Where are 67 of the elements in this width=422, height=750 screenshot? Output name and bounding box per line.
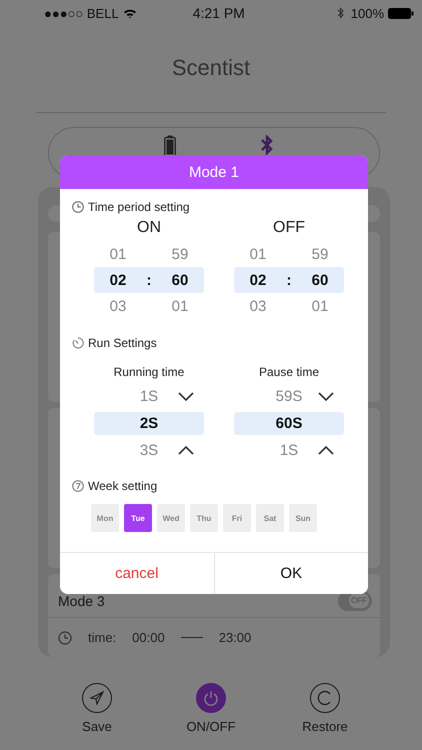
weekday-toggle[interactable]: Mon (91, 504, 119, 532)
chevron-down-icon[interactable] (178, 392, 194, 401)
bluetooth-icon[interactable] (260, 135, 274, 155)
hour-value[interactable]: 03 (234, 298, 282, 314)
picker-label: OFF (272, 219, 306, 237)
minute-value[interactable]: 60 (156, 272, 204, 288)
minute-value[interactable]: 59 (296, 246, 344, 262)
button-label: Save (82, 719, 112, 734)
weekday-toggle[interactable]: Wed (157, 504, 185, 532)
section-heading: Run Settings (88, 336, 157, 350)
clock-icon (72, 201, 84, 213)
mode-name: Mode 3 (58, 592, 105, 608)
minute-value[interactable]: 01 (156, 298, 204, 314)
wifi-icon (122, 8, 137, 18)
picker-label: ON (136, 219, 162, 237)
picker-label: Running time (112, 365, 186, 379)
clock-icon (58, 630, 72, 644)
duration-value[interactable]: 59S (276, 388, 302, 405)
calendar-icon (72, 480, 84, 492)
send-button[interactable] (82, 683, 112, 713)
hour-value[interactable]: 03 (94, 298, 142, 314)
duration-value[interactable]: 1S (140, 388, 158, 405)
weekday-toggle[interactable]: Fri (223, 504, 251, 532)
duration-value[interactable]: 3S (140, 442, 158, 459)
restore-button[interactable] (310, 683, 340, 713)
battery-icon (388, 8, 414, 18)
section-heading: Time period setting (88, 200, 190, 214)
cancel-button[interactable]: cancel (60, 553, 214, 594)
button-label: ON/OFF (186, 719, 236, 734)
hour-value[interactable]: 01 (234, 246, 282, 262)
paper-plane-icon (89, 690, 105, 706)
time-label: time: (88, 630, 116, 645)
chevron-up-icon[interactable] (318, 446, 334, 455)
chevron-down-icon[interactable] (318, 392, 334, 401)
power-button[interactable] (196, 683, 226, 713)
weekday-toggle[interactable]: Sat (256, 504, 284, 532)
start-time: 00:00 (132, 630, 165, 645)
duration-value[interactable]: 1S (280, 442, 298, 459)
duration-value[interactable]: 60S (234, 412, 344, 435)
minute-value[interactable]: 59 (156, 246, 204, 262)
weekday-toggle[interactable]: Thu (190, 504, 218, 532)
dialog-title: Mode 1 (188, 164, 240, 180)
hour-value[interactable]: 02 (94, 272, 142, 288)
battery-percent: 100% (350, 6, 384, 20)
app-title: Scentist (172, 55, 250, 81)
chevron-up-icon[interactable] (178, 446, 194, 455)
minute-value[interactable]: 01 (296, 298, 344, 314)
time-separator: : (146, 272, 152, 288)
bluetooth-icon (336, 7, 345, 19)
duration-value[interactable]: 2S (94, 412, 204, 435)
carrier-signal: ●●●○○ BELL (44, 6, 119, 20)
timer-icon (72, 337, 84, 349)
time-separator: : (286, 272, 292, 288)
section-heading: Week setting (88, 479, 158, 493)
hour-value[interactable]: 01 (94, 246, 142, 262)
time-picker-selection[interactable]: 02 : 60 (94, 267, 204, 293)
weekday-toggle[interactable]: Sun (289, 504, 317, 532)
battery-icon (164, 135, 176, 157)
clock-time: 4:21 PM (192, 5, 245, 21)
button-label: Restore (302, 719, 348, 734)
minute-value[interactable]: 60 (296, 272, 344, 288)
weekday-toggle[interactable]: Tue (124, 504, 152, 532)
picker-label: Pause time (258, 365, 320, 379)
end-time: 23:00 (218, 630, 252, 645)
time-picker-selection[interactable]: 02 : 60 (234, 267, 344, 293)
hour-value[interactable]: 02 (234, 272, 282, 288)
power-icon (203, 690, 219, 706)
